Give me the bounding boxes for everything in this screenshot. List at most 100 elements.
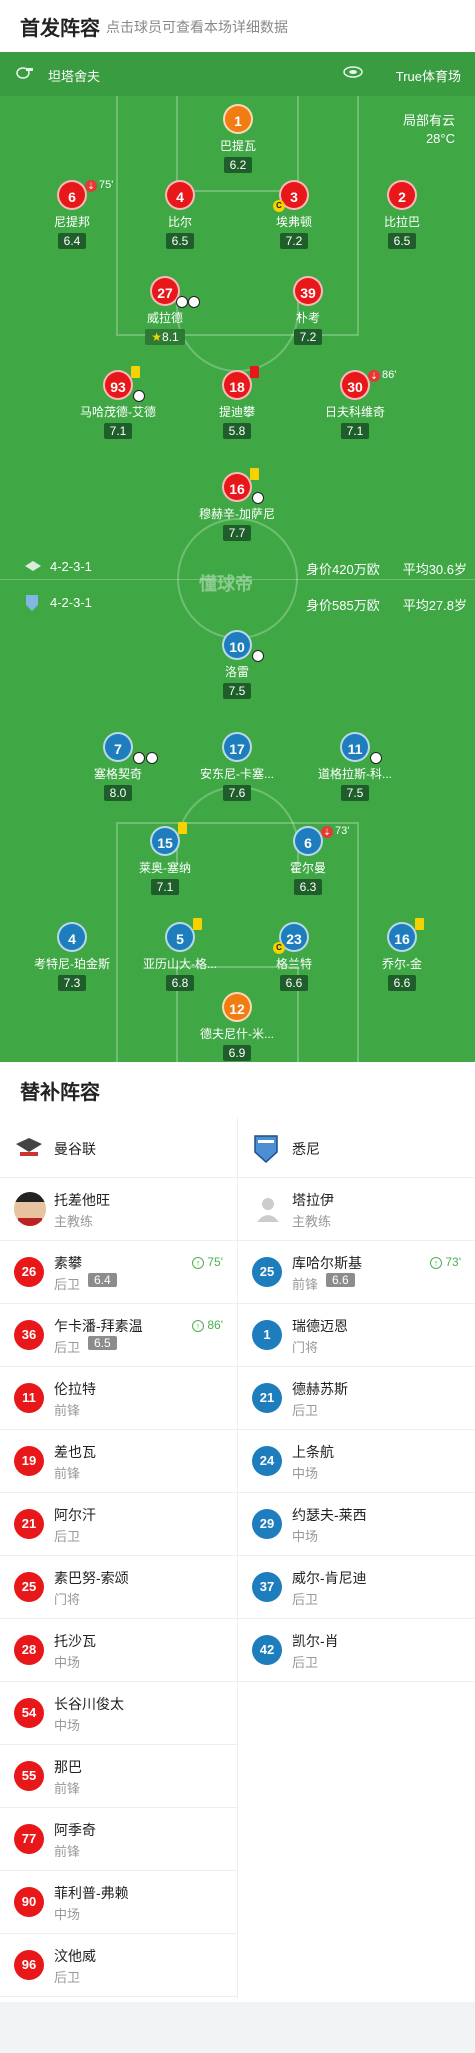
sub-position: 中场 — [292, 1529, 319, 1544]
home-player-39[interactable]: 39 朴考 7.2 — [253, 276, 363, 346]
sub-row[interactable]: 77 阿季奇 前锋 — [0, 1808, 237, 1871]
player-rating: 7.6 — [222, 785, 252, 801]
home-player-30[interactable]: 30 ⇣ 86' 日夫科维奇 7.1 — [300, 369, 410, 440]
sub-position: 前锋 — [54, 1466, 81, 1481]
coach-role: 主教练 — [54, 1214, 94, 1229]
sub-position: 后卫 — [54, 1529, 81, 1544]
sub-name: 素巴努-索颂 — [54, 1570, 129, 1586]
sub-in-icon: ↑ — [192, 1320, 205, 1332]
home-player-1[interactable]: 1 巴提瓦 6.2 — [183, 104, 293, 174]
sub-number: 42 — [252, 1635, 282, 1665]
sub-name: 那巴 — [54, 1759, 82, 1775]
away-player-17[interactable]: 17 安东尼-卡塞... 7.6 — [182, 732, 292, 802]
sub-row[interactable]: 90 菲利普-弗赖 中场 — [0, 1871, 237, 1934]
home-player-16[interactable]: 16 穆赫辛-加萨尼 7.7 — [182, 468, 292, 542]
sub-number: 28 — [14, 1635, 44, 1665]
player-number: 1 — [223, 104, 253, 134]
away-team-header[interactable]: 悉尼 — [238, 1118, 475, 1178]
player-number: 93 — [103, 370, 133, 400]
player-name: 塞格契奇 — [93, 767, 142, 781]
away-player-11[interactable]: 11 道格拉斯-科... 7.5 — [300, 732, 410, 802]
sub-number: 54 — [14, 1698, 44, 1728]
whistle-icon — [14, 65, 34, 82]
player-name: 莱奥-塞纳 — [139, 861, 191, 875]
sub-row[interactable]: 11 伦拉特 前锋 — [0, 1367, 237, 1430]
assist-icon — [176, 296, 188, 308]
home-player-6[interactable]: 6 ⇣ 75' 尼提邦 6.4 — [17, 179, 127, 250]
away-player-7[interactable]: 7 塞格契奇 8.0 — [63, 732, 173, 802]
player-number: 30 — [340, 370, 370, 400]
sub-row[interactable]: 29 约瑟夫-莱西 中场 — [238, 1493, 475, 1556]
yellow-card-icon — [131, 366, 140, 378]
away-player-4[interactable]: 4 考特尼-珀金斯 7.3 — [17, 922, 127, 992]
sub-position: 前锋 — [292, 1277, 319, 1292]
away-player-15[interactable]: 15 莱奥-塞纳 7.1 — [110, 822, 220, 896]
sub-position: 后卫 — [292, 1403, 319, 1418]
sub-row[interactable]: 25 素巴努-索颂 门将 — [0, 1556, 237, 1619]
sub-row[interactable]: 1 瑞德迈恩 门将 — [238, 1304, 475, 1367]
player-name: 格兰特 — [275, 957, 312, 971]
sub-position: 中场 — [54, 1907, 81, 1922]
sub-position: 中场 — [54, 1655, 81, 1670]
sub-name: 托沙瓦 — [54, 1633, 96, 1649]
sub-row[interactable]: 42 凯尔-肖 后卫 — [238, 1619, 475, 1682]
home-player-4[interactable]: 4 比尔 6.5 — [125, 180, 235, 250]
sub-row[interactable]: 55 那巴 前锋 — [0, 1745, 237, 1808]
home-player-27[interactable]: 27 威拉德 ★8.1 — [110, 276, 220, 346]
red-card-icon — [250, 366, 259, 378]
away-player-6[interactable]: 6 ⇣ 73' 霍尔曼 6.3 — [253, 825, 363, 896]
sub-row[interactable]: 28 托沙瓦 中场 — [0, 1619, 237, 1682]
sub-row[interactable]: 96 汶他威 后卫 — [0, 1934, 237, 1997]
team-name: 曼谷联 — [54, 1141, 96, 1157]
coach-role: 主教练 — [292, 1214, 332, 1229]
coach-avatar-placeholder-icon — [252, 1192, 284, 1226]
sub-number: 24 — [252, 1446, 282, 1476]
player-name: 穆赫辛-加萨尼 — [199, 507, 275, 521]
sub-name: 阿季奇 — [54, 1822, 96, 1838]
referee-name: 坦塔舍夫 — [48, 69, 101, 84]
home-player-18[interactable]: 18 提迪攀 5.8 — [182, 366, 292, 440]
sub-row[interactable]: 21 德赫苏斯 后卫 — [238, 1367, 475, 1430]
sub-row[interactable]: 37 威尔-肯尼迪 后卫 — [238, 1556, 475, 1619]
captain-icon: C — [273, 942, 285, 954]
sub-row[interactable]: 19 差也瓦 前锋 — [0, 1430, 237, 1493]
star-icon: ★ — [151, 330, 163, 344]
sub-name: 素攀 — [54, 1255, 82, 1271]
player-number: 17 — [222, 732, 252, 762]
sub-row[interactable]: 36 乍卡潘-拜素温 后卫 6.5 ↑ 86' — [0, 1304, 237, 1367]
sub-position: 中场 — [292, 1466, 319, 1481]
home-coach-row[interactable]: 托差他旺 主教练 — [0, 1178, 237, 1241]
sub-in-minute: 73' — [445, 1255, 461, 1269]
away-player-16[interactable]: 16 乔尔-金 6.6 — [347, 918, 457, 992]
sub-row[interactable]: 21 阿尔汗 后卫 — [0, 1493, 237, 1556]
player-rating: 6.8 — [165, 975, 195, 991]
away-coach-row[interactable]: 塔拉伊 主教练 — [238, 1178, 475, 1241]
player-name: 考特尼-珀金斯 — [34, 957, 110, 971]
sub-number: 36 — [14, 1320, 44, 1350]
player-number: 16 — [222, 472, 252, 502]
away-player-12[interactable]: 12 德夫尼什-米... 6.9 — [182, 992, 292, 1062]
player-name: 道格拉斯-科... — [318, 767, 392, 781]
home-team-header[interactable]: 曼谷联 — [0, 1118, 237, 1178]
assist-icon — [370, 752, 382, 764]
away-player-5[interactable]: 5 亚历山大-格... 6.8 — [125, 918, 235, 992]
player-rating: 7.3 — [57, 975, 87, 991]
player-number: 12 — [222, 992, 252, 1022]
home-player-2[interactable]: 2 比拉巴 6.5 — [347, 180, 457, 250]
away-player-10[interactable]: 10 洛雷 7.5 — [182, 630, 292, 700]
player-rating: 7.5 — [222, 683, 252, 699]
sub-in: ↑ 86' — [192, 1318, 223, 1332]
home-player-3[interactable]: 3 C 埃弗顿 7.2 — [239, 180, 349, 250]
sub-row[interactable]: 25 库哈尔斯基 前锋 6.6 ↑ 73' — [238, 1241, 475, 1304]
away-player-23[interactable]: 23 C 格兰特 6.6 — [239, 922, 349, 992]
player-rating: ★8.1 — [145, 329, 185, 345]
page-subtitle: 点击球员可查看本场详细数据 — [106, 19, 288, 35]
sub-rating: 6.5 — [88, 1336, 117, 1350]
sub-row[interactable]: 26 素攀 后卫 6.4 ↑ 75' — [0, 1241, 237, 1304]
player-rating: 6.2 — [223, 157, 253, 173]
home-player-93[interactable]: 93 马哈茂德-艾德 7.1 — [63, 366, 173, 440]
sub-row[interactable]: 54 长谷川俊太 中场 — [0, 1682, 237, 1745]
sub-name: 瑞德迈恩 — [292, 1318, 348, 1334]
player-rating: 8.0 — [103, 785, 133, 801]
sub-row[interactable]: 24 上条航 中场 — [238, 1430, 475, 1493]
